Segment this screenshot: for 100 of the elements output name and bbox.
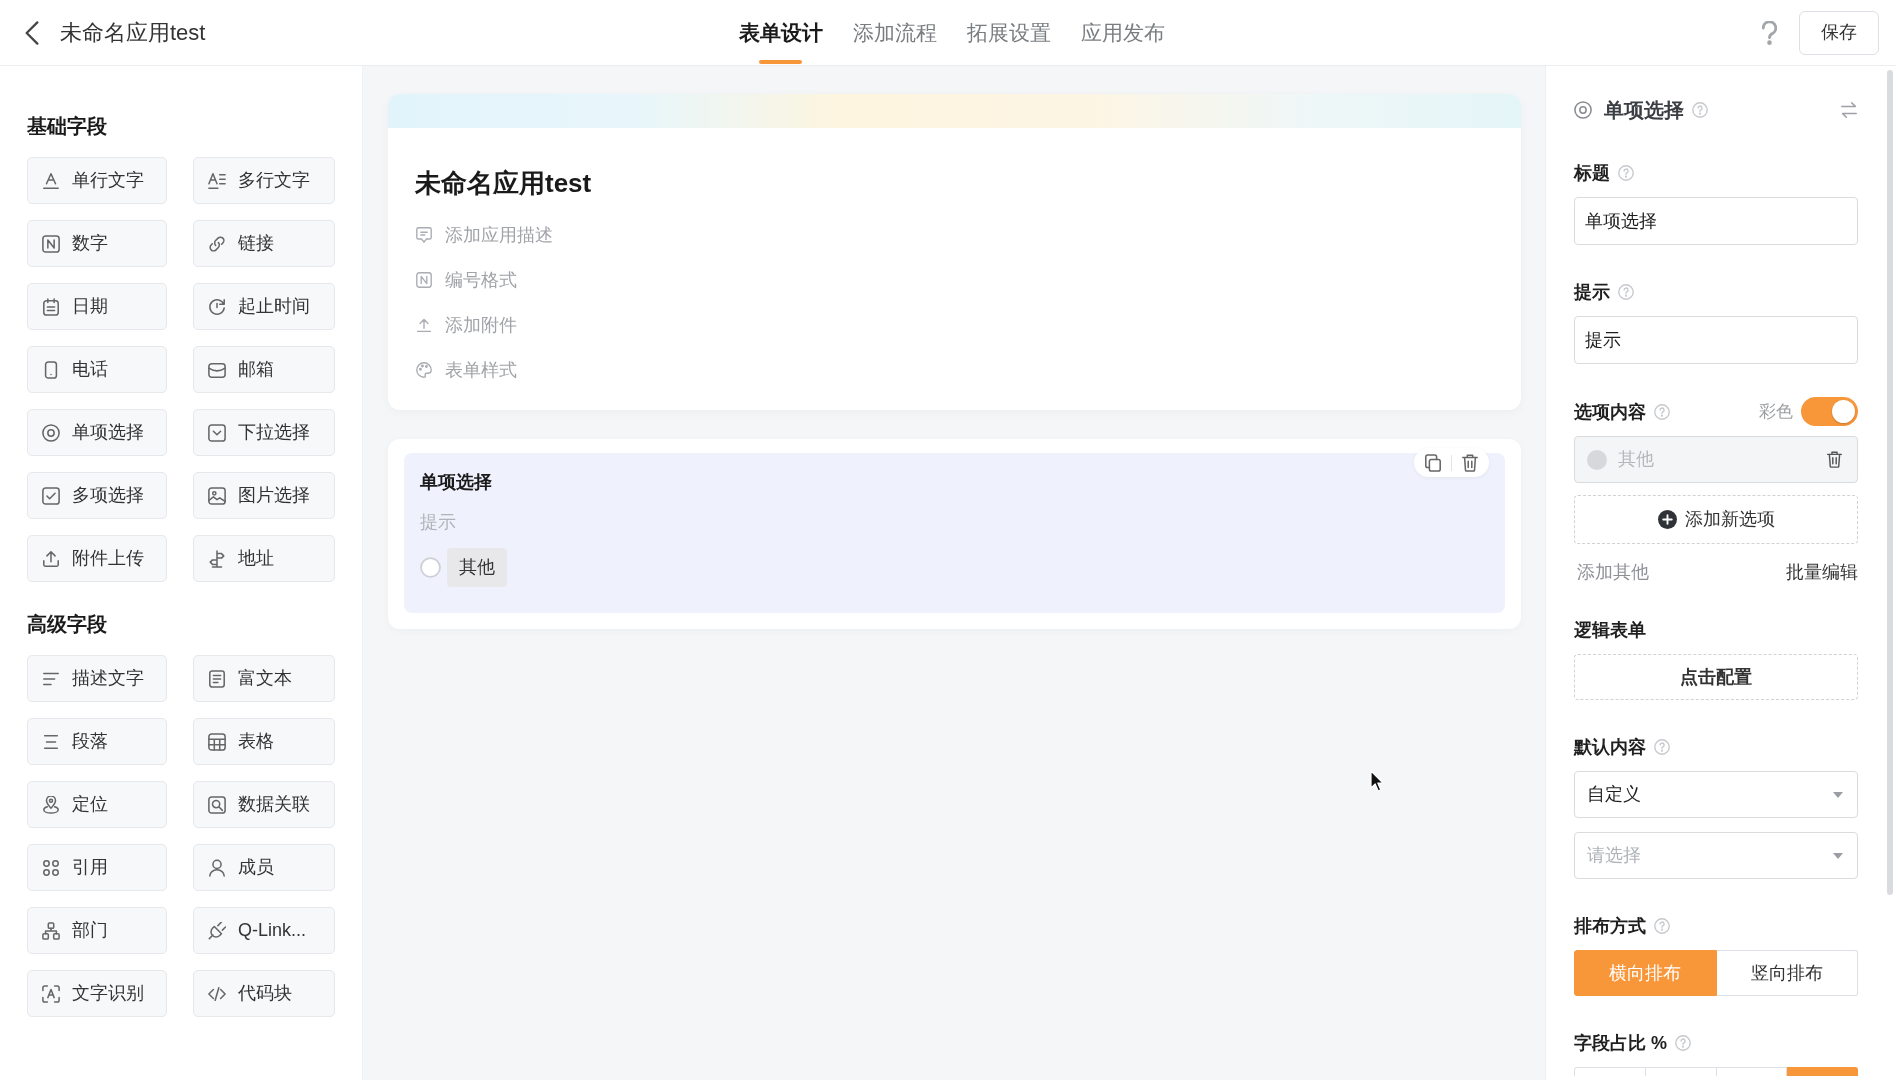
field-type-button[interactable]: 起止时间 [193, 283, 335, 330]
section-label: 提示 [1574, 281, 1610, 303]
radio-button-icon [42, 423, 60, 442]
field-type-button[interactable]: 数据关联 [193, 781, 335, 828]
field-type-button[interactable]: 下拉选择 [193, 409, 335, 456]
phone-icon [42, 360, 60, 379]
field-type-button[interactable]: 多项选择 [27, 472, 167, 519]
checkbox-icon [42, 486, 60, 505]
signpost-icon [208, 549, 226, 568]
segment-button[interactable]: 竖向排布 [1716, 950, 1858, 996]
toggle-switch[interactable] [1801, 397, 1858, 426]
upload-icon [42, 549, 60, 568]
form-title: 未命名应用test [415, 167, 593, 200]
envelope-icon [208, 360, 226, 379]
help-icon[interactable] [1654, 739, 1670, 755]
field-type-button[interactable]: 定位 [27, 781, 167, 828]
chevron-box-icon [208, 423, 226, 442]
palette-icon [416, 362, 432, 378]
tab[interactable]: 添加流程 [852, 0, 937, 65]
help-icon[interactable] [1692, 102, 1708, 118]
image-icon [208, 486, 226, 505]
section-label: 默认内容 [1574, 736, 1646, 758]
form-field[interactable]: 单项选择 提示 其他 [404, 453, 1505, 613]
field-label: 单项选择 [420, 471, 493, 494]
field-type-button[interactable]: 文字识别 [27, 970, 167, 1017]
caret-down-icon [1833, 791, 1843, 798]
configure-button[interactable]: 点击配置 [1574, 654, 1858, 700]
field-type-button[interactable]: 地址 [193, 535, 335, 582]
toggle-label: 彩色 [1759, 400, 1793, 423]
field-type-button[interactable]: 描述文字 [27, 655, 167, 702]
radio-circle-icon[interactable] [420, 557, 441, 578]
scrollbar-thumb[interactable] [1887, 70, 1893, 895]
tab[interactable]: 表单设计 [738, 0, 823, 65]
help-icon[interactable] [1654, 918, 1670, 934]
help-icon[interactable] [1618, 165, 1634, 181]
upload-arrow-icon [416, 317, 432, 333]
section-label: 逻辑表单 [1574, 619, 1646, 641]
panel-title: 单项选择 [1604, 98, 1684, 123]
field-type-button[interactable]: 富文本 [193, 655, 335, 702]
help-icon[interactable] [1618, 284, 1634, 300]
speech-bubble-icon [416, 227, 432, 243]
swatch-icon [1587, 449, 1607, 470]
circular-arrow-icon [208, 297, 226, 316]
plus-circle-icon [1657, 510, 1677, 529]
field-type-button[interactable]: 日期 [27, 283, 167, 330]
person-icon [208, 858, 226, 877]
field-type-button[interactable]: 附件上传 [27, 535, 167, 582]
field-type-button[interactable]: 表格 [193, 718, 335, 765]
field-type-button[interactable]: 段落 [27, 718, 167, 765]
field-type-button[interactable]: 链接 [193, 220, 335, 267]
section-label: 字段占比 % [1574, 1032, 1667, 1054]
field-type-button[interactable]: 单项选择 [27, 409, 167, 456]
field-type-button[interactable]: 电话 [27, 346, 167, 393]
field-type-button[interactable]: 数字 [27, 220, 167, 267]
tab[interactable]: 应用发布 [1080, 0, 1165, 65]
calendar-icon [42, 297, 60, 316]
radio-button-icon [1574, 101, 1592, 119]
tab[interactable]: 拓展设置 [966, 0, 1051, 65]
trash-icon[interactable] [1461, 453, 1479, 472]
back-icon[interactable] [24, 20, 40, 45]
caret-down-icon [1833, 852, 1843, 859]
field-type-button[interactable]: 单行文字 [27, 157, 167, 204]
copy-icon[interactable] [1424, 453, 1442, 472]
field-type-button[interactable]: 图片选择 [193, 472, 335, 519]
magnifier-box-icon [208, 795, 226, 814]
field-type-button[interactable]: 引用 [27, 844, 167, 891]
field-type-button[interactable]: 代码块 [193, 970, 335, 1017]
select-field[interactable]: 自定义 [1574, 771, 1858, 818]
help-icon[interactable] [1675, 1035, 1691, 1051]
segment-button[interactable] [1787, 1067, 1858, 1076]
section-label: 标题 [1574, 162, 1610, 184]
field-type-button[interactable]: 多行文字 [193, 157, 335, 204]
org-chart-icon [42, 921, 60, 940]
section-label: 排布方式 [1574, 915, 1646, 937]
text-input[interactable]: 提示 [1574, 316, 1858, 364]
plug-icon [208, 921, 226, 940]
batch-edit-link[interactable]: 批量编辑 [1783, 561, 1858, 583]
scan-letter-icon [42, 984, 60, 1003]
document-icon [208, 669, 226, 688]
help-icon[interactable] [1654, 403, 1670, 420]
field-type-button[interactable]: 邮箱 [193, 346, 335, 393]
field-type-button[interactable]: 成员 [193, 844, 335, 891]
save-button[interactable]: 保存 [1799, 10, 1879, 55]
field-type-button[interactable]: 部门 [27, 907, 167, 954]
mouse-pointer-icon [1370, 770, 1384, 792]
app-title: 未命名应用test [60, 19, 206, 47]
text-input[interactable]: 单项选择 [1574, 197, 1858, 245]
letter-n-box-icon [416, 272, 432, 288]
letter-n-box-icon [42, 234, 60, 253]
add-option-button[interactable]: 添加新选项 [1574, 495, 1858, 544]
field-type-button[interactable]: Q-Link... [193, 907, 335, 954]
section-label: 选项内容 [1574, 400, 1646, 423]
four-circles-icon [42, 858, 60, 877]
location-pin-icon [42, 795, 60, 814]
table-icon [208, 732, 226, 751]
swap-arrows-icon[interactable] [1840, 101, 1858, 119]
code-icon [208, 984, 226, 1003]
help-icon[interactable] [1762, 20, 1777, 45]
section-title: 基础字段 [27, 114, 108, 138]
letter-a-lines-icon [208, 171, 226, 190]
